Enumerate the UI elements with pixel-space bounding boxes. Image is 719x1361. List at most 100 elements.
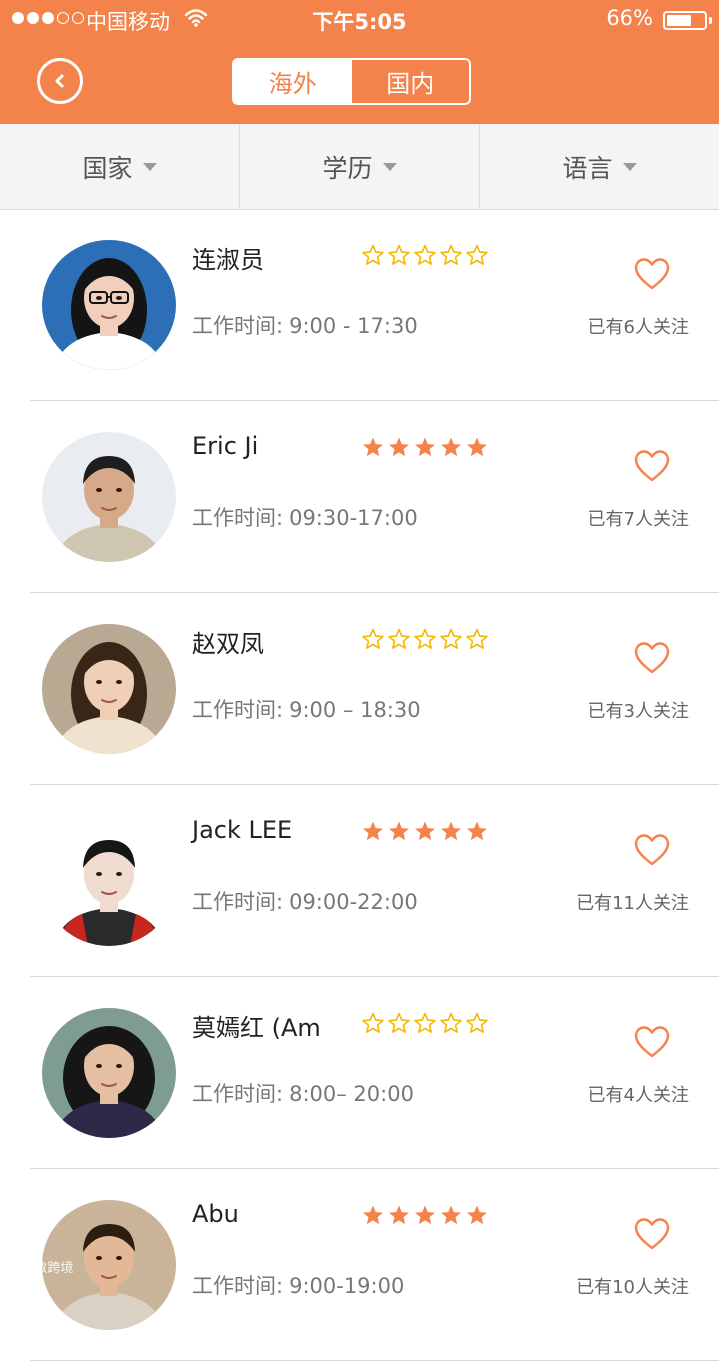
heart-icon [634,642,670,674]
back-button[interactable] [37,58,83,104]
follower-count: 已有4人关注 [587,1085,689,1106]
star-filled-icon [363,437,383,457]
star-outline-icon [440,244,462,265]
list-item[interactable]: 莫嫣红 (Am 工作时间: 8:00– 20:00 已有4人关注 [0,977,719,1169]
star-outline-icon [388,244,410,265]
battery-tip [709,17,712,24]
status-bar: 中国移动 下午5:05 66% [0,0,719,40]
work-hours-value: 09:30-17:00 [289,506,418,530]
work-hours: 工作时间: 9:00 - 17:30 [192,310,418,340]
star-filled-icon [415,1205,435,1225]
follower-count: 已有10人关注 [576,1277,689,1298]
work-hours-value: 9:00 – 18:30 [289,698,421,722]
follow-heart-button[interactable] [634,641,670,675]
work-hours: 工作时间: 09:00-22:00 [192,886,418,916]
back-chevron-icon [55,74,64,88]
work-hours-label: 工作时间: [192,1082,284,1106]
follower-count: 已有11人关注 [576,893,689,914]
star-outline-icon [362,1012,384,1033]
list-item[interactable]: Abu 工作时间: 9:00-19:00 已有10人关注 [0,1169,719,1361]
star-filled-icon [389,437,409,457]
star-outline-icon [388,1012,410,1033]
star-outline-icon [362,628,384,649]
star-outline-icon [440,628,462,649]
work-hours-label: 工作时间: [192,1274,284,1298]
star-outline-icon [466,628,488,649]
list-item[interactable]: 赵双凤工作时间: 9:00 – 18:30 已有3人关注 [0,593,719,785]
avatar[interactable] [42,624,176,754]
caret-down-icon [382,162,397,171]
work-hours-value: 09:00-22:00 [289,890,418,914]
consultant-name: 赵双凤 [192,630,264,658]
follower-count: 已有6人关注 [587,317,689,338]
follow-heart-button[interactable] [634,833,670,867]
work-hours-value: 8:00– 20:00 [289,1082,414,1106]
filter-label: 国家 [82,153,133,183]
filter-language[interactable]: 语言 [480,124,719,209]
star-filled-icon [415,821,435,841]
watermark-text: 大数跨境 [21,1261,74,1276]
star-rating [362,820,488,842]
region-segmented-control: 海外 国内 [232,58,471,105]
filter-education[interactable]: 学历 [240,124,480,209]
work-hours-label: 工作时间: [192,314,284,338]
consultant-name: Eric Ji [192,432,259,460]
avatar[interactable] [42,1008,176,1138]
follow-heart-button[interactable] [634,1025,670,1059]
follow-heart-button[interactable] [634,257,670,291]
star-filled-icon [467,437,487,457]
work-hours-label: 工作时间: [192,890,284,914]
caret-down-icon [142,162,157,171]
follower-count: 已有3人关注 [587,701,689,722]
star-rating [362,1204,488,1226]
consultant-name: 莫嫣红 (Am [192,1014,321,1042]
heart-icon [634,1218,670,1250]
filter-bar: 国家 学历 语言 [0,124,719,210]
star-outline-icon [466,1012,488,1033]
star-outline-icon [414,244,436,265]
avatar[interactable] [42,432,176,562]
list-item[interactable]: Jack LEE 工作时间: 09:00-22:00 已有11人关注 [0,785,719,977]
heart-icon [634,834,670,866]
avatar[interactable] [42,240,176,370]
star-filled-icon [363,1205,383,1225]
caret-down-icon [622,162,637,171]
work-hours: 工作时间: 9:00-19:00 [192,1270,404,1300]
star-filled-icon [441,437,461,457]
heart-icon [634,450,670,482]
follower-count: 已有7人关注 [587,509,689,530]
work-hours-label: 工作时间: [192,506,284,530]
star-rating [362,1012,488,1034]
star-rating [362,628,488,650]
star-rating [362,436,488,458]
star-filled-icon [467,1205,487,1225]
tab-overseas[interactable]: 海外 [234,60,352,103]
star-filled-icon [441,821,461,841]
star-filled-icon [467,821,487,841]
heart-icon [634,258,670,290]
follow-heart-button[interactable] [634,1217,670,1251]
heart-icon [634,1026,670,1058]
follow-heart-button[interactable] [634,449,670,483]
star-filled-icon [389,1205,409,1225]
list-item[interactable]: Eric Ji 工作时间: 09:30-17:00 已有7人关注 [0,401,719,593]
star-rating [362,244,488,266]
star-outline-icon [362,244,384,265]
battery-icon [663,11,707,30]
star-outline-icon [414,628,436,649]
star-filled-icon [363,821,383,841]
work-hours-label: 工作时间: [192,698,284,722]
watermark: ◐ 大数跨境 [6,1257,73,1276]
filter-label: 学历 [322,153,373,183]
battery-percentage: 66% [606,6,653,30]
watermark-logo: ◐ [6,1259,18,1274]
list-item[interactable]: 连淑员工作时间: 9:00 - 17:30 已有6人关注 [0,209,719,401]
filter-country[interactable]: 国家 [0,124,240,209]
work-hours-value: 9:00-19:00 [289,1274,405,1298]
consultant-name: 连淑员 [192,246,264,274]
consultant-name: Abu [192,1200,239,1228]
avatar[interactable] [42,816,176,946]
star-outline-icon [414,1012,436,1033]
star-outline-icon [388,628,410,649]
tab-domestic[interactable]: 国内 [352,60,470,103]
